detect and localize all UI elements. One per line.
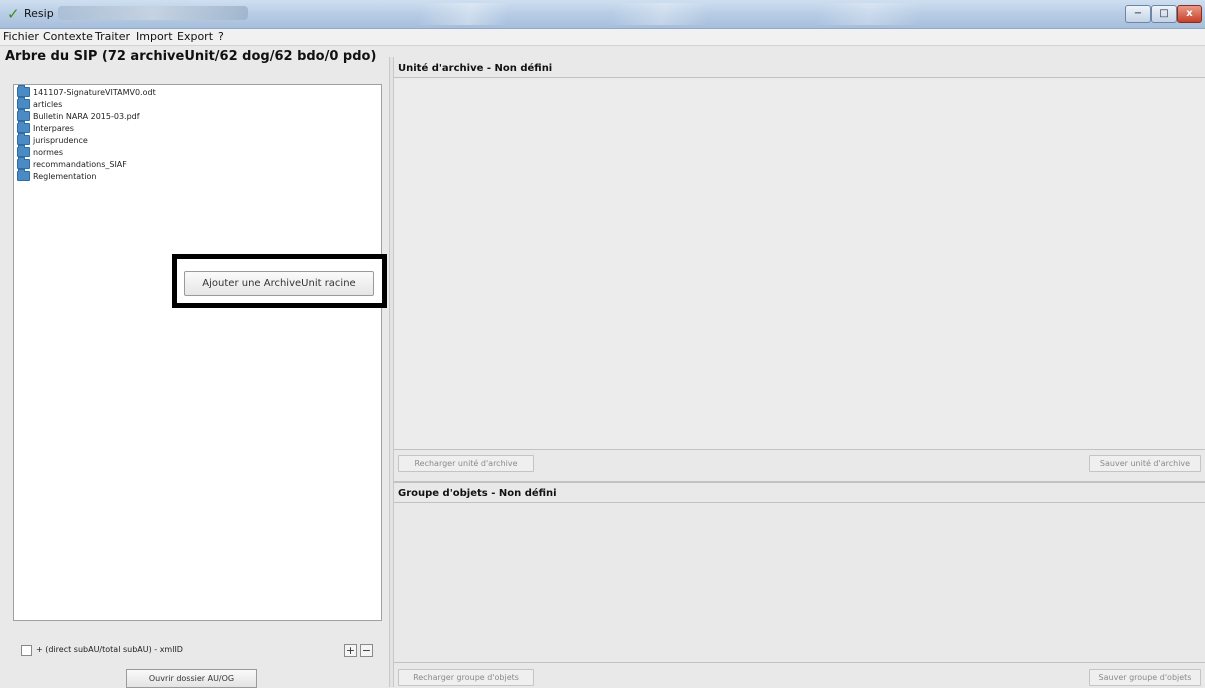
folder-icon: [17, 84, 30, 97]
tree-item-label: articles: [33, 100, 63, 109]
save-archive-unit-button[interactable]: Sauver unité d'archive: [1089, 455, 1201, 472]
tree-item[interactable]: recommandations_SIAF: [17, 156, 127, 171]
tree-item-label: recommandations_SIAF: [33, 160, 127, 169]
tree-item-label: Bulletin NARA 2015-03.pdf: [33, 112, 140, 121]
subau-count-label: + (direct subAU/total subAU) - xmlID: [36, 645, 183, 654]
folder-icon: [17, 144, 30, 157]
menu-help[interactable]: ?: [218, 30, 224, 43]
sip-tree[interactable]: 141107-SignatureVITAMV0.odt articles Bul…: [13, 84, 382, 621]
add-root-archiveunit-button[interactable]: Ajouter une ArchiveUnit racine: [184, 271, 374, 296]
tree-item-label: Interpares: [33, 124, 74, 133]
object-group-title: Groupe d'objets - Non défini: [398, 488, 557, 499]
tree-item-label: normes: [33, 148, 63, 157]
folder-icon: [17, 96, 30, 109]
folder-icon: [17, 120, 30, 133]
folder-icon: [17, 108, 30, 121]
tree-title: Arbre du SIP (72 archiveUnit/62 dog/62 b…: [5, 49, 377, 64]
tree-item[interactable]: 141107-SignatureVITAMV0.odt: [17, 84, 156, 99]
menu-contexte[interactable]: Contexte: [43, 30, 93, 43]
maximize-button[interactable]: □: [1151, 5, 1177, 23]
section-divider[interactable]: [394, 481, 1205, 483]
tree-item[interactable]: Interpares: [17, 120, 74, 135]
title-blurred-path: [58, 6, 248, 20]
tree-item-label: 141107-SignatureVITAMV0.odt: [33, 88, 156, 97]
folder-icon: [17, 132, 30, 145]
close-button[interactable]: x: [1177, 5, 1202, 23]
archive-unit-title: Unité d'archive - Non défini: [398, 63, 553, 74]
save-object-group-button[interactable]: Sauver groupe d'objets: [1089, 669, 1201, 686]
divider: [394, 502, 1205, 503]
reload-object-group-button[interactable]: Recharger groupe d'objets: [398, 669, 534, 686]
menu-fichier[interactable]: Fichier: [3, 30, 39, 43]
reload-archive-unit-button[interactable]: Recharger unité d'archive: [398, 455, 534, 472]
collapse-all-button[interactable]: −: [360, 644, 373, 657]
folder-icon: [17, 168, 30, 181]
menu-traiter[interactable]: Traiter: [95, 30, 130, 43]
divider: [394, 449, 1205, 450]
divider: [394, 662, 1205, 663]
expand-all-button[interactable]: +: [344, 644, 357, 657]
menu-import[interactable]: Import: [136, 30, 173, 43]
title-bar-decoration: [420, 3, 1060, 25]
tree-item-label: jurisprudence: [33, 136, 88, 145]
tree-item[interactable]: jurisprudence: [17, 132, 88, 147]
folder-icon: [17, 156, 30, 169]
archive-unit-content: [394, 78, 1205, 449]
menu-export[interactable]: Export: [177, 30, 213, 43]
app-check-icon: ✓: [7, 5, 20, 23]
minimize-button[interactable]: −: [1125, 5, 1151, 23]
tree-item[interactable]: Reglementation: [17, 168, 97, 183]
subau-count-checkbox[interactable]: [21, 645, 32, 656]
open-folder-button[interactable]: Ouvrir dossier AU/OG: [126, 669, 257, 688]
tree-item[interactable]: Bulletin NARA 2015-03.pdf: [17, 108, 140, 123]
tree-item-label: Reglementation: [33, 172, 97, 181]
window-title: Resip: [24, 7, 54, 20]
